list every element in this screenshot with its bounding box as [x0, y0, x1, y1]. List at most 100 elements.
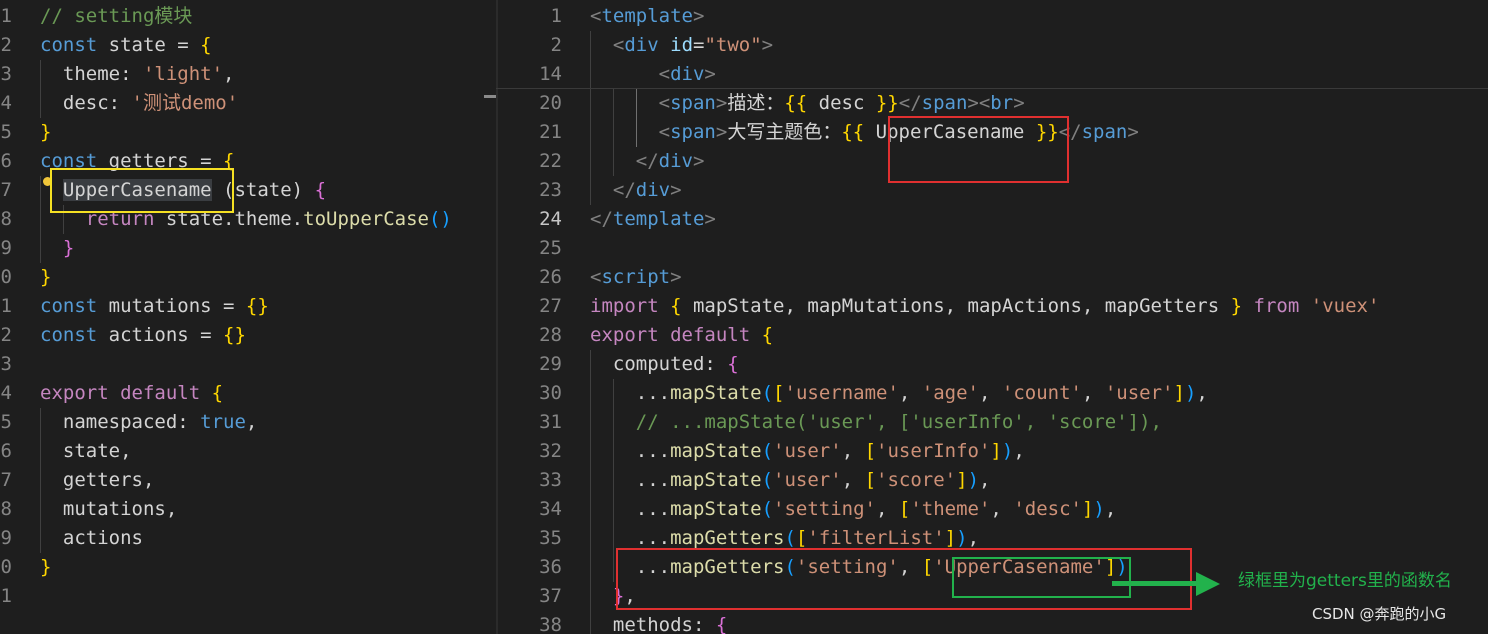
code-text[interactable]: ...mapState(['username', 'age', 'count',… [590, 379, 1208, 408]
left-scrollbar-marker[interactable] [484, 95, 496, 98]
code-text[interactable]: // ...mapState('user', ['userInfo', 'sco… [590, 408, 1162, 437]
code-token: , [978, 382, 1002, 404]
code-text[interactable]: const state = { [40, 31, 212, 60]
code-text[interactable]: } [40, 118, 51, 147]
line-number: 8 [0, 208, 12, 230]
code-token: div [658, 150, 693, 172]
code-token: 描述： [727, 92, 785, 114]
code-text[interactable]: export default { [40, 379, 223, 408]
right-editor-pane[interactable]: 1 <template> 2 <div id="two"> 14 <div> 20 <s… [496, 0, 1488, 634]
indent-guide [40, 60, 41, 118]
code-token: {{ [841, 121, 865, 143]
code-token: , [841, 440, 865, 462]
code-token: , [1081, 382, 1105, 404]
line-number: 6 [0, 440, 12, 462]
indent-guide [612, 379, 614, 582]
code-text[interactable]: </div> [590, 176, 682, 205]
code-token: } [40, 556, 52, 578]
code-token: 'user' [773, 440, 842, 462]
line-number: 28 [539, 324, 562, 346]
code-text[interactable]: <div> [590, 60, 716, 89]
code-text[interactable]: <span>描述：{{ desc }}</span><br> [590, 89, 1025, 118]
code-text[interactable]: const mutations = {} [40, 292, 269, 321]
code-token: from [1253, 295, 1300, 317]
line-number: 5 [0, 411, 12, 433]
code-token: 'filterList' [807, 527, 945, 549]
code-token: ( [761, 382, 774, 404]
code-token: , [1013, 440, 1025, 462]
code-text[interactable]: export default { [590, 321, 773, 350]
code-token: , [841, 469, 865, 491]
code-text[interactable]: </div> [590, 147, 705, 176]
code-token: template [612, 208, 705, 230]
code-token: < [658, 92, 671, 114]
code-token: [ [795, 527, 808, 549]
code-text[interactable]: } [40, 234, 74, 263]
code-text[interactable]: methods: { [590, 611, 727, 634]
watermark: CSDN @奔跑的小G [1312, 605, 1447, 623]
line-number: 2 [550, 34, 562, 56]
code-text[interactable]: ...mapState('setting', ['theme', 'desc']… [590, 495, 1117, 524]
code-token: {} [223, 324, 246, 346]
code-text[interactable]: </template> [590, 205, 716, 234]
code-token: < [590, 266, 602, 288]
line-number: 27 [539, 295, 562, 317]
line-number: 0 [0, 556, 12, 578]
code-token: mapState [670, 382, 762, 404]
code-text[interactable]: } [40, 553, 51, 582]
line-number: 21 [539, 121, 562, 143]
code-text[interactable]: <template> [590, 2, 704, 31]
code-text[interactable]: ...mapState('user', ['userInfo']), [590, 437, 1025, 466]
line-number: 9 [0, 527, 12, 549]
code-token: div [624, 34, 659, 56]
line-number: 14 [539, 63, 562, 85]
code-text[interactable]: actions [40, 524, 143, 553]
code-token: mapState, mapMutations, mapActions, mapG… [681, 295, 1231, 317]
line-number: 37 [539, 585, 562, 607]
code-text[interactable]: <div id="two"> [590, 31, 773, 60]
code-token: ... [590, 382, 671, 404]
code-text[interactable]: import { mapState, mapMutations, mapActi… [590, 292, 1379, 321]
code-token: toUpperCase [303, 208, 429, 230]
code-text[interactable]: mutations, [40, 495, 177, 524]
code-token: ... [590, 440, 671, 462]
code-token: ... [590, 498, 671, 520]
code-token: { [715, 614, 728, 634]
code-text[interactable]: <script> [590, 263, 682, 292]
code-text[interactable]: desc: '测试demo' [40, 89, 238, 118]
code-text[interactable]: getters, [40, 466, 155, 495]
code-token: ] [956, 469, 968, 491]
code-text[interactable]: state, [40, 437, 132, 466]
code-token: state, [40, 440, 132, 462]
code-token: { [211, 382, 224, 404]
code-text[interactable]: namespaced: true, [40, 408, 258, 437]
code-token: 'count' [1001, 382, 1082, 404]
line-number: 2 [0, 34, 12, 56]
yellow-highlight-box [50, 168, 234, 213]
code-token: br [990, 92, 1014, 114]
code-text[interactable]: computed: { [590, 350, 739, 379]
code-token: const [40, 34, 98, 56]
code-token: < [612, 34, 625, 56]
left-editor-pane[interactable]: 1// setting模块 2 const state = {3 theme: 'l… [0, 0, 496, 634]
code-text[interactable]: } [40, 263, 51, 292]
code-token: 'user' [1104, 382, 1174, 404]
line-number: 3 [0, 353, 12, 375]
code-text[interactable]: // setting模块 [40, 2, 192, 31]
code-text[interactable]: theme: 'light', [40, 60, 235, 89]
code-token: > [1013, 92, 1025, 114]
code-token: ) [1184, 382, 1197, 404]
code-text[interactable]: const actions = {} [40, 321, 246, 350]
line-number: 6 [0, 150, 12, 172]
code-token: [ [773, 382, 785, 404]
code-token: , [223, 63, 235, 85]
code-text[interactable]: ...mapState('user', ['score']), [590, 466, 991, 495]
line-number: 30 [539, 382, 562, 404]
indent-guide [612, 89, 614, 176]
